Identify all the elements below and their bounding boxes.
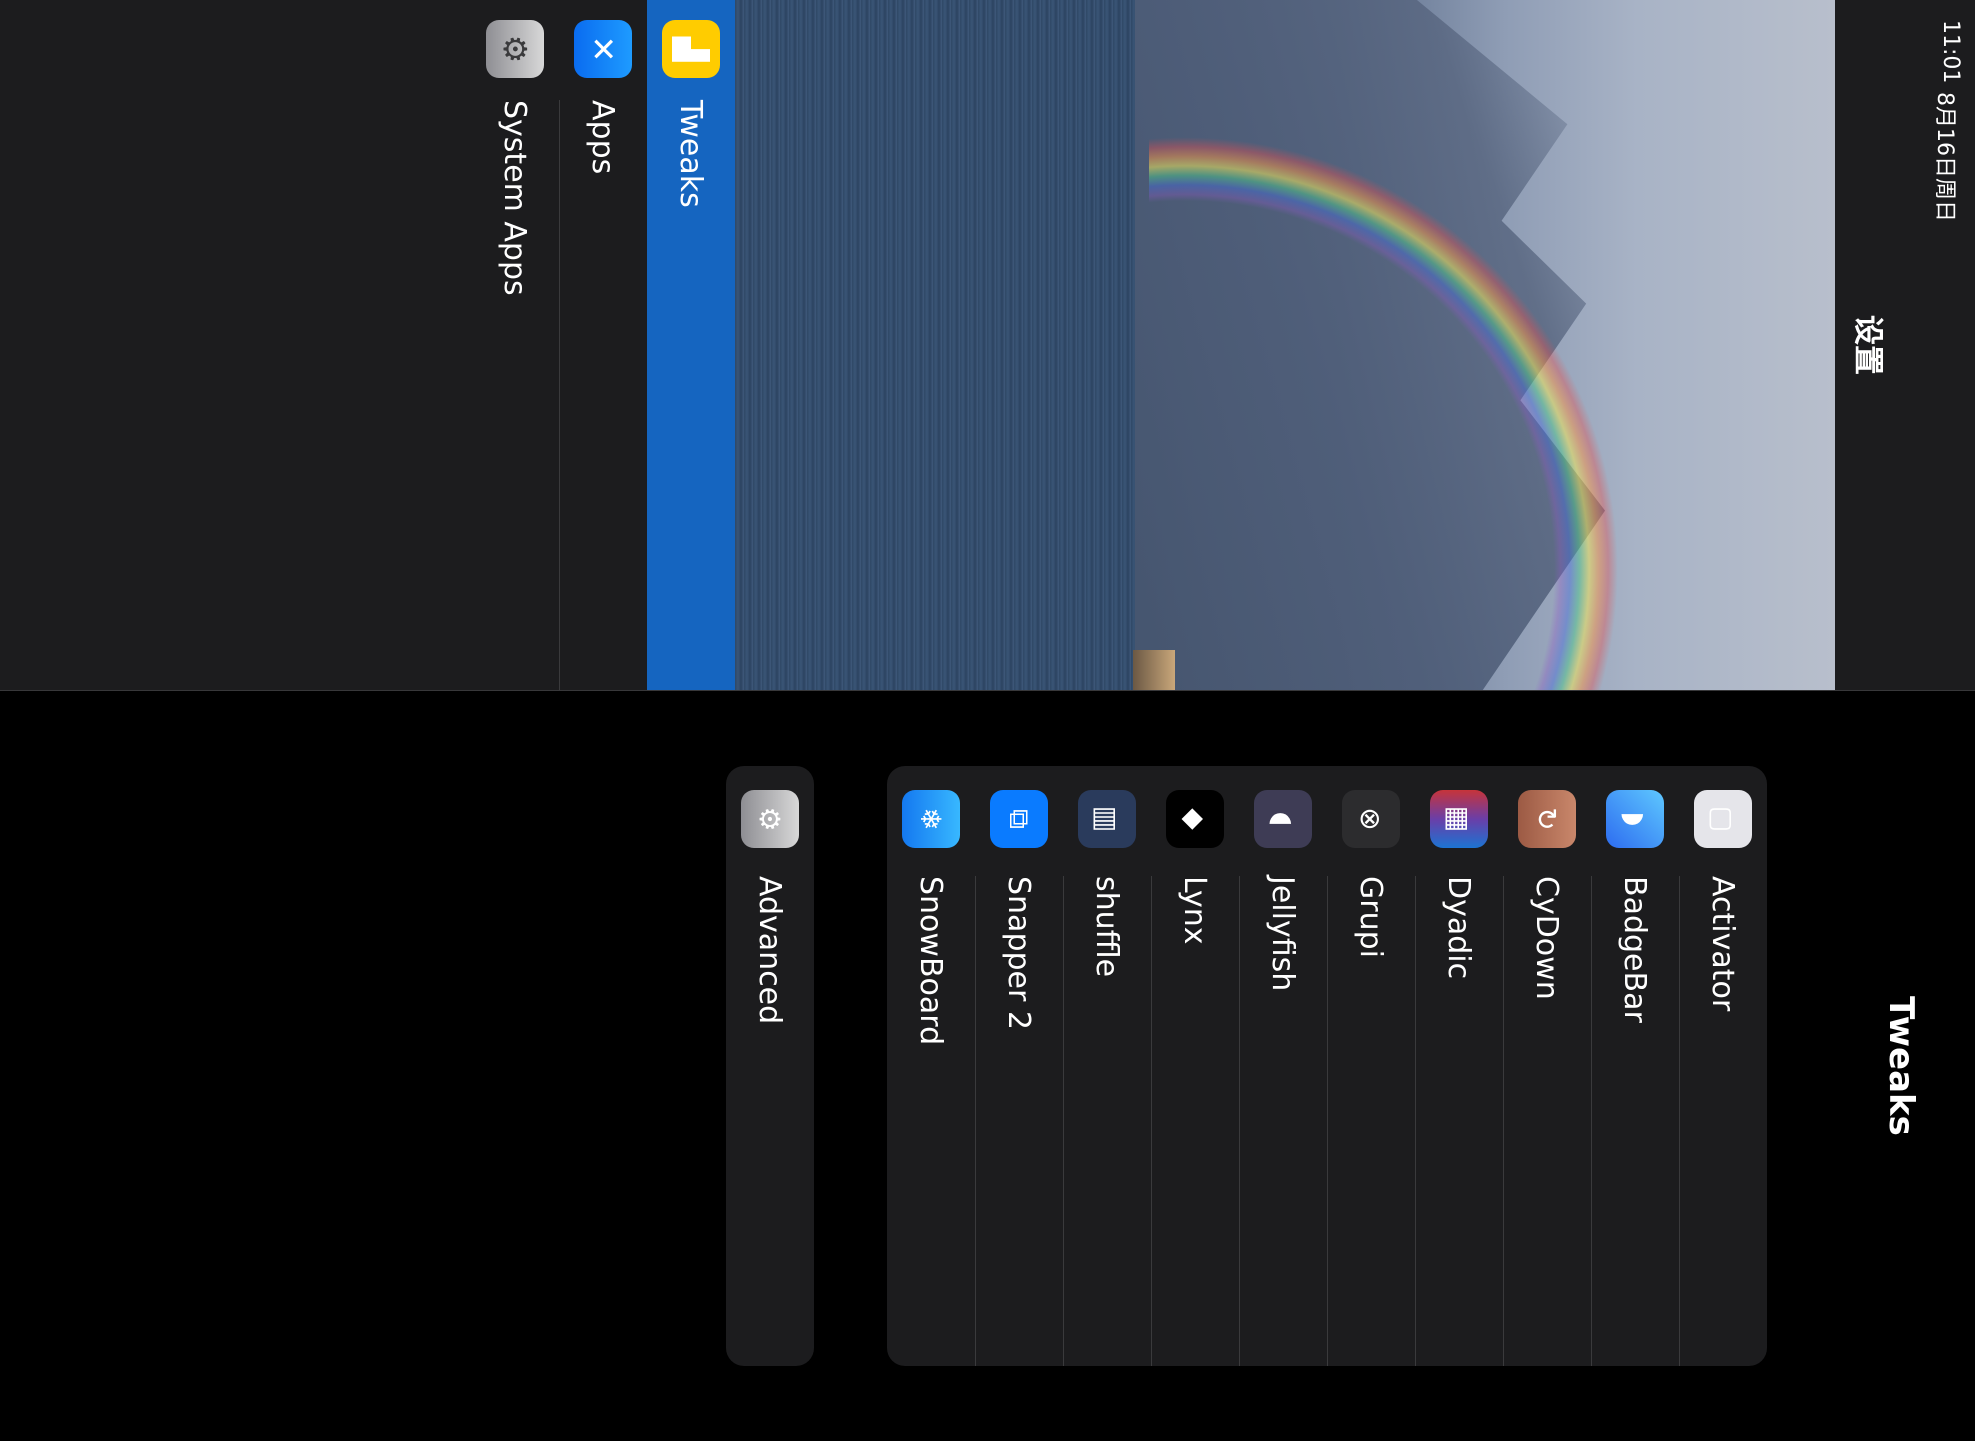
status-bar: 11:01 8月16日周日 — [1925, 0, 1975, 690]
shuffle-icon: ▥ — [1078, 790, 1136, 848]
tweak-label: CyDown — [1529, 876, 1565, 1000]
lynx-icon: ◆ — [1166, 790, 1224, 848]
sidebar: ▟ Tweaks ✕ Apps ⚙ System Apps — [471, 0, 735, 690]
tweak-row-snowboard[interactable]: ❄ SnowBoard — [887, 766, 975, 1366]
master-pane: 11:01 8月16日周日 设置 ▟ Tweaks ✕ Apps ⚙ Syste… — [0, 0, 1975, 690]
tweak-row-cydown[interactable]: ↻ CyDown — [1503, 766, 1591, 1366]
tweak-row-badgebar[interactable]: ◗ BadgeBar — [1591, 766, 1679, 1366]
tweak-row-activator[interactable]: ▢ Activator — [1679, 766, 1767, 1366]
sidebar-item-tweaks[interactable]: ▟ Tweaks — [647, 0, 735, 690]
ipad-screen: 11:01 8月16日周日 设置 ▟ Tweaks ✕ Apps ⚙ Syste… — [0, 0, 1975, 1441]
settings-gear-icon: ⚙ — [741, 790, 799, 848]
divider — [975, 876, 976, 1366]
tweak-row-lynx[interactable]: ◆ Lynx — [1151, 766, 1239, 1366]
divider — [559, 100, 560, 690]
activator-icon: ▢ — [1694, 790, 1752, 848]
divider — [1679, 876, 1680, 1366]
tweaks-list: ▢ Activator ◗ BadgeBar ↻ CyDown ▦ Dyadic… — [887, 766, 1767, 1366]
divider — [1063, 876, 1064, 1366]
tweak-row-grupi[interactable]: ⊗ Grupi — [1327, 766, 1415, 1366]
tweak-label: Jellyfish — [1265, 876, 1301, 992]
divider — [1327, 876, 1328, 1366]
detail-pane: Tweaks ▢ Activator ◗ BadgeBar ↻ CyDown ▦… — [0, 691, 1975, 1441]
dyadic-icon: ▦ — [1430, 790, 1488, 848]
tweak-label: BadgeBar — [1617, 876, 1653, 1023]
tweak-row-jellyfish[interactable]: ◖ Jellyfish — [1239, 766, 1327, 1366]
divider — [1415, 876, 1416, 1366]
sidebar-item-label: Apps — [585, 100, 621, 175]
cydown-icon: ↻ — [1518, 790, 1576, 848]
advanced-section: ⚙ Advanced — [726, 766, 814, 1366]
badgebar-icon: ◗ — [1606, 790, 1664, 848]
settings-gear-icon: ⚙ — [486, 20, 544, 78]
tweak-row-snapper-2[interactable]: ⧉ Snapper 2 — [975, 766, 1063, 1366]
tweak-label: Snapper 2 — [1001, 876, 1037, 1030]
jellyfish-icon: ◖ — [1254, 790, 1312, 848]
grupi-icon: ⊗ — [1342, 790, 1400, 848]
town-shape — [1133, 650, 1175, 690]
sidebar-item-system-apps[interactable]: ⚙ System Apps — [471, 0, 559, 690]
divider — [1503, 876, 1504, 1366]
sidebar-item-label: System Apps — [497, 100, 533, 296]
tweak-label: Lynx — [1177, 876, 1213, 945]
tweaks-icon: ▟ — [662, 20, 720, 78]
advanced-label: Advanced — [752, 876, 788, 1025]
sidebar-item-label: Tweaks — [673, 100, 709, 208]
tweak-label: Dyadic — [1441, 876, 1477, 980]
wallpaper-image — [735, 0, 1835, 690]
tweak-row-shuffle[interactable]: ▥ shuffle — [1063, 766, 1151, 1366]
divider — [1151, 876, 1152, 1366]
divider — [1591, 876, 1592, 1366]
sidebar-item-apps[interactable]: ✕ Apps — [559, 0, 647, 690]
tweak-label: Grupi — [1353, 876, 1389, 958]
detail-title: Tweaks — [1881, 996, 1921, 1136]
sea-shape — [735, 0, 1135, 690]
status-time: 11:01 — [1938, 20, 1963, 84]
page-title: 设置 — [1850, 315, 1885, 375]
divider — [1239, 876, 1240, 1366]
tweak-label: Activator — [1705, 876, 1741, 1012]
snowboard-icon: ❄ — [902, 790, 960, 848]
tweak-label: SnowBoard — [913, 876, 949, 1046]
tweak-row-dyadic[interactable]: ▦ Dyadic — [1415, 766, 1503, 1366]
status-date: 8月16日周日 — [1932, 92, 1957, 222]
app-store-icon: ✕ — [574, 20, 632, 78]
tweak-label: shuffle — [1089, 876, 1125, 978]
advanced-row[interactable]: ⚙ Advanced — [726, 766, 814, 1366]
snapper-icon: ⧉ — [990, 790, 1048, 848]
